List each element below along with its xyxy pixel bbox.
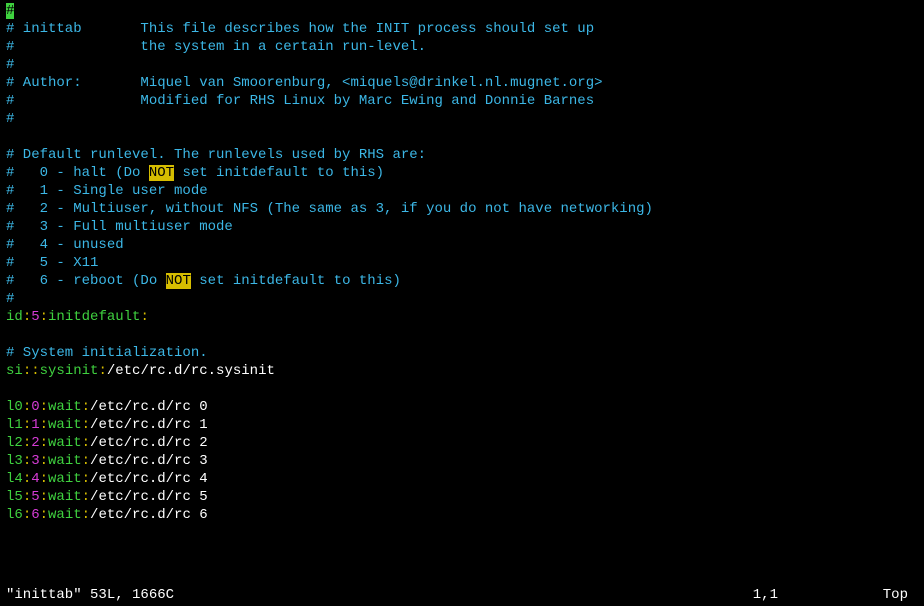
status-file: "inittab" 53L, 1666C — [6, 586, 174, 604]
blank-line — [6, 326, 918, 344]
runlevel-line: l0:0:wait:/etc/rc.d/rc 0 — [6, 398, 918, 416]
comment-line: # System initialization. — [6, 344, 918, 362]
editor-area[interactable]: # # inittab This file describes how the … — [6, 2, 918, 524]
comment-line: # 2 - Multiuser, without NFS (The same a… — [6, 200, 918, 218]
cursor: # — [6, 3, 14, 19]
comment-line: # — [6, 56, 918, 74]
comment-line: # 5 - X11 — [6, 254, 918, 272]
comment-line: # — [6, 290, 918, 308]
sysinit-line: si::sysinit:/etc/rc.d/rc.sysinit — [6, 362, 918, 380]
comment-line: # 6 - reboot (Do NOT set initdefault to … — [6, 272, 918, 290]
status-bar: "inittab" 53L, 1666C 1,1 Top — [6, 586, 918, 604]
status-percent: Top — [883, 586, 908, 604]
comment-line: # Default runlevel. The runlevels used b… — [6, 146, 918, 164]
runlevel-line: l1:1:wait:/etc/rc.d/rc 1 — [6, 416, 918, 434]
comment-line: # Author: Miquel van Smoorenburg, <mique… — [6, 74, 918, 92]
runlevel-line: l4:4:wait:/etc/rc.d/rc 4 — [6, 470, 918, 488]
runlevel-line: l6:6:wait:/etc/rc.d/rc 6 — [6, 506, 918, 524]
comment-line: # inittab This file describes how the IN… — [6, 20, 918, 38]
blank-line — [6, 128, 918, 146]
runlevel-line: l5:5:wait:/etc/rc.d/rc 5 — [6, 488, 918, 506]
initdefault-line: id:5:initdefault: — [6, 308, 918, 326]
comment-line: # 1 - Single user mode — [6, 182, 918, 200]
comment-line: # — [6, 110, 918, 128]
not-highlight: NOT — [149, 165, 174, 181]
runlevel-line: l2:2:wait:/etc/rc.d/rc 2 — [6, 434, 918, 452]
status-position: 1,1 — [753, 586, 778, 604]
comment-line: # Modified for RHS Linux by Marc Ewing a… — [6, 92, 918, 110]
runlevel-line: l3:3:wait:/etc/rc.d/rc 3 — [6, 452, 918, 470]
not-highlight: NOT — [166, 273, 191, 289]
comment-line: # 4 - unused — [6, 236, 918, 254]
comment-line: # the system in a certain run-level. — [6, 38, 918, 56]
blank-line — [6, 380, 918, 398]
comment-line: # 3 - Full multiuser mode — [6, 218, 918, 236]
comment-line: # 0 - halt (Do NOT set initdefault to th… — [6, 164, 918, 182]
